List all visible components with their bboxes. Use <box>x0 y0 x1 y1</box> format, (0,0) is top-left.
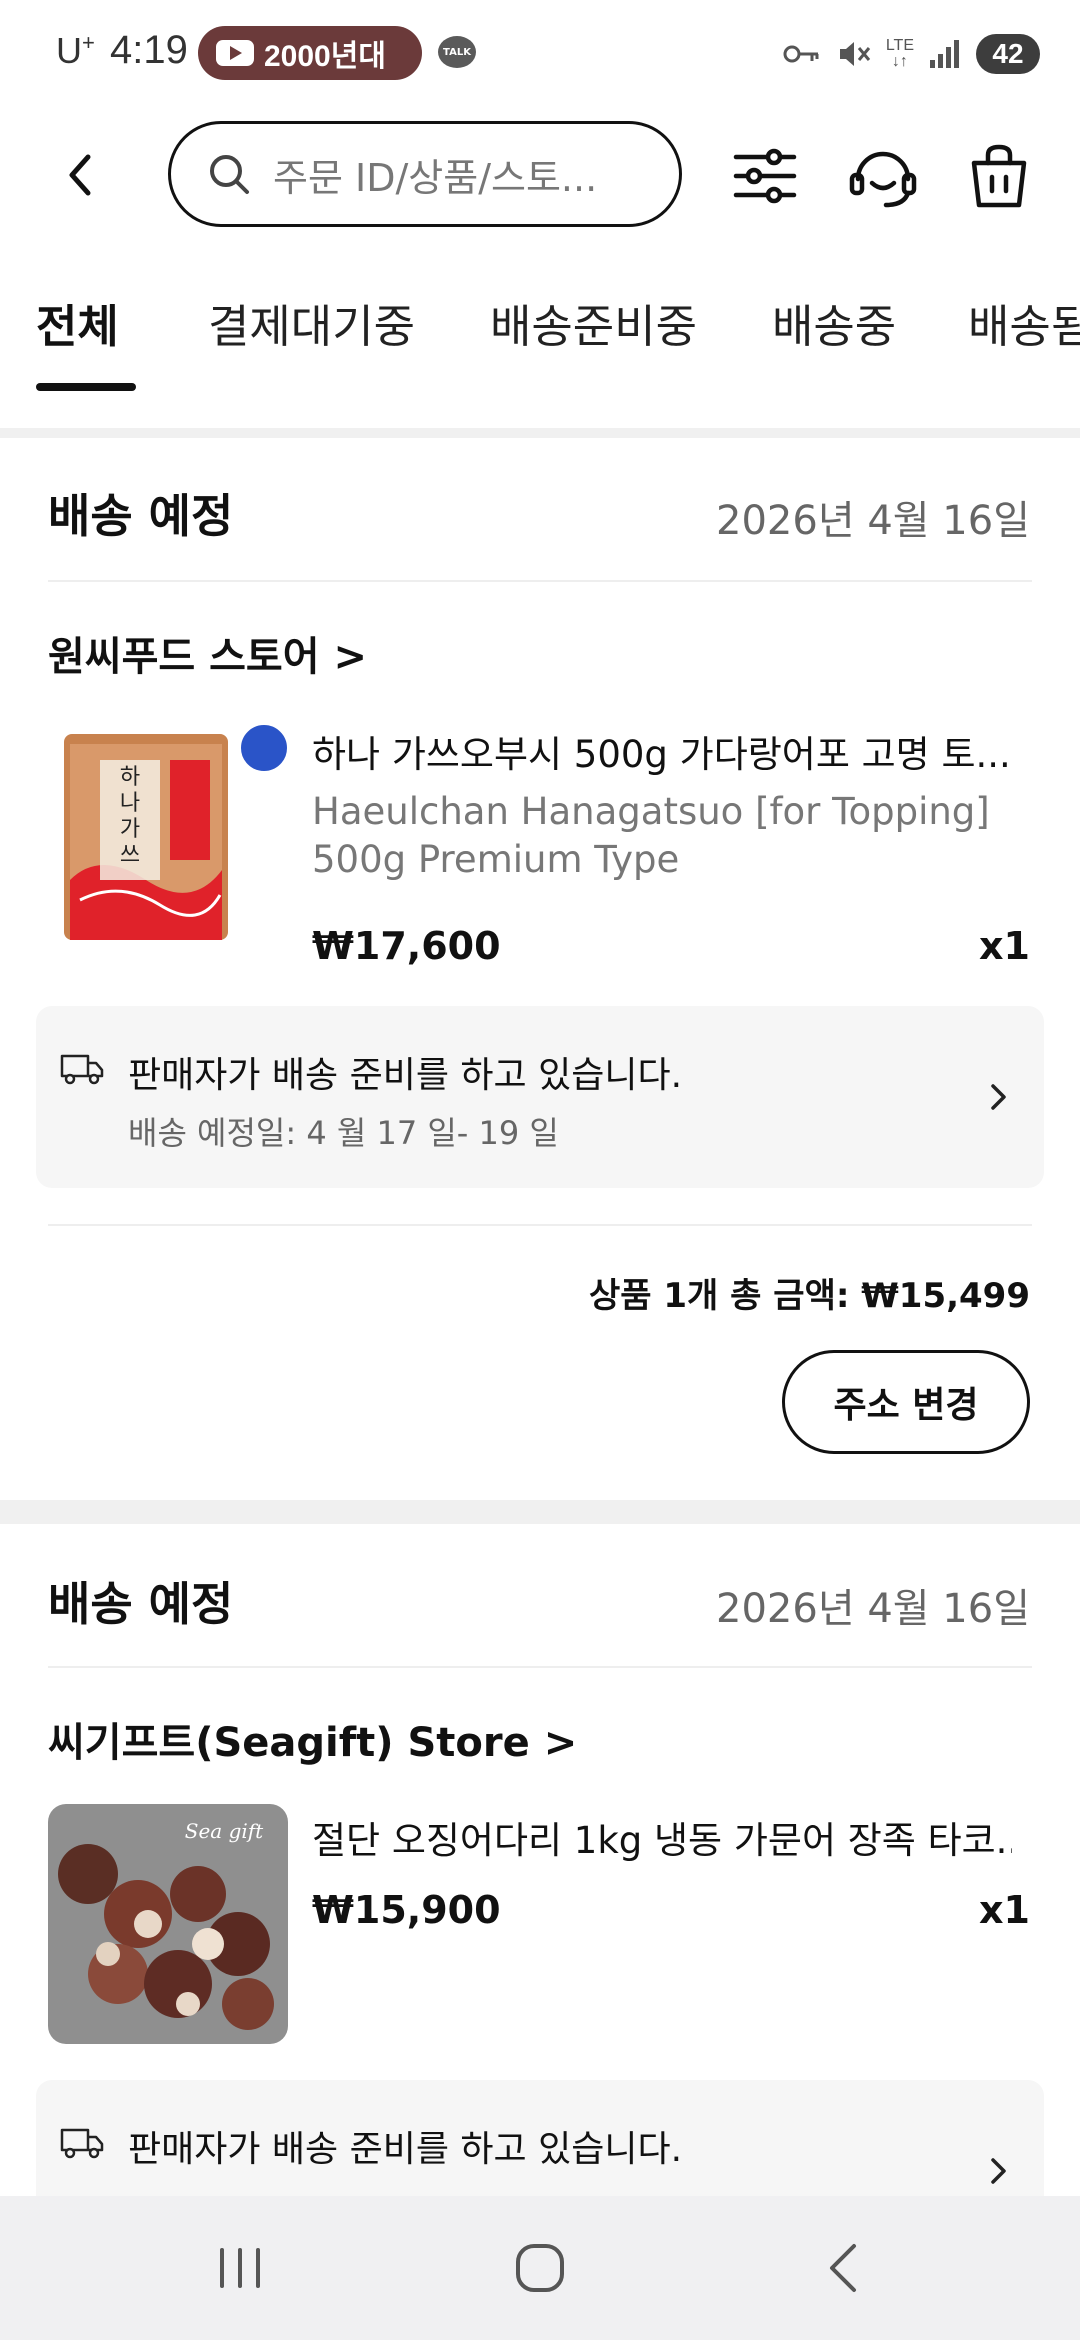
search-placeholder: 주문 ID/상품/스토... <box>273 155 598 200</box>
carrier-label: U+ <box>56 30 95 71</box>
search-input[interactable]: 주문 ID/상품/스토... <box>168 121 682 227</box>
back-icon[interactable] <box>60 145 100 205</box>
cart-icon[interactable] <box>964 141 1034 211</box>
order-card: 배송 예정 2026년 4월 16일 원씨푸드 스토어 > 하나 가쓰오부시 5… <box>0 438 1080 1500</box>
order-status-title: 배송 예정 <box>48 1577 234 1631</box>
mute-icon <box>839 42 870 66</box>
chevron-right-icon: > <box>543 1720 578 1766</box>
order-total: 상품 1개 총 금액: ₩15,499 <box>589 1276 1030 1316</box>
chevron-right-icon <box>991 2158 1006 2184</box>
order-date: 2026년 4월 16일 <box>716 498 1030 544</box>
chevron-right-icon: > <box>333 634 367 680</box>
media-title: 2000년대 <box>264 40 386 73</box>
order-status-title: 배송 예정 <box>48 489 234 543</box>
shipping-eta: 배송 예정일: 4 월 17 일- 19 일 <box>128 1114 559 1152</box>
image-watermark: Sea gift <box>185 1819 264 1843</box>
store-name: 씨기프트(Seagift) Store <box>48 1720 530 1766</box>
status-bar: U+ 4:19 2000년대 TALK LTE ↓↑ 42 <box>0 0 1080 110</box>
store-name: 원씨푸드 스토어 <box>48 634 320 680</box>
lte-icon: LTE ↓↑ <box>885 37 914 70</box>
order-status-tabs: 전체 결제대기중 배송준비중 배송중 배송됨 <box>0 290 1080 400</box>
youtube-media-pill[interactable]: 2000년대 <box>198 26 422 80</box>
product-subtitle: Haeulchan Hanagatsuo [for Topping] 500g … <box>312 790 990 881</box>
support-icon[interactable] <box>848 141 918 211</box>
product-quantity: x1 <box>979 924 1030 968</box>
order-date: 2026년 4월 16일 <box>716 1586 1030 1632</box>
tab-all[interactable]: 전체 <box>36 290 119 355</box>
shipping-status-box[interactable]: 판매자가 배송 준비를 하고 있습니다. <box>36 2080 1044 2196</box>
home-button[interactable] <box>500 2236 580 2300</box>
product-quantity: x1 <box>979 1888 1030 1932</box>
kakaotalk-icon: TALK <box>438 36 476 68</box>
section-divider <box>0 1500 1080 1524</box>
product-name[interactable]: 절단 오징어다리 1kg 냉동 가문어 장족 타코... <box>312 1810 1012 1864</box>
battery-icon: 42 <box>976 34 1040 74</box>
store-logo-badge <box>238 722 290 774</box>
search-icon <box>210 155 249 194</box>
shipping-status-box[interactable]: 판매자가 배송 준비를 하고 있습니다. 배송 예정일: 4 월 17 일- 1… <box>36 1006 1044 1188</box>
active-tab-indicator <box>36 383 136 391</box>
product-image[interactable]: Sea gift <box>48 1804 288 2044</box>
svg-text:나: 나 <box>120 791 140 816</box>
back-button[interactable] <box>804 2236 884 2300</box>
clock: 4:19 <box>110 28 188 72</box>
svg-text:쓰: 쓰 <box>120 843 140 868</box>
filter-icon[interactable] <box>730 141 800 211</box>
key-icon <box>783 45 819 63</box>
divider <box>48 580 1032 582</box>
tab-delivered[interactable]: 배송됨 <box>968 290 1080 355</box>
app-header: 주문 ID/상품/스토... <box>0 115 1080 235</box>
youtube-icon <box>216 40 254 66</box>
svg-text:가: 가 <box>120 817 140 842</box>
product-name[interactable]: 하나 가쓰오부시 500g 가다랑어포 고명 토... <box>312 724 1012 778</box>
tab-in-transit[interactable]: 배송중 <box>772 290 896 355</box>
store-link[interactable]: 원씨푸드 스토어 > <box>48 624 367 682</box>
signal-icon <box>930 40 959 68</box>
svg-text:하: 하 <box>120 765 140 790</box>
section-divider <box>0 428 1080 438</box>
truck-icon <box>60 2128 104 2159</box>
status-icons: LTE ↓↑ 42 <box>782 24 1040 84</box>
product-price: ₩17,600 <box>312 924 501 968</box>
product-price: ₩15,900 <box>312 1888 501 1932</box>
truck-icon <box>60 1054 104 1085</box>
change-address-button[interactable]: 주소 변경 <box>782 1350 1030 1454</box>
tab-preparing-shipment[interactable]: 배송준비중 <box>490 290 697 355</box>
divider <box>48 1666 1032 1668</box>
store-link[interactable]: 씨기프트(Seagift) Store > <box>48 1710 577 1768</box>
tab-awaiting-payment[interactable]: 결제대기중 <box>208 290 415 355</box>
system-navigation-bar <box>0 2196 1080 2340</box>
divider <box>48 1224 1032 1226</box>
shipping-status-text: 판매자가 배송 준비를 하고 있습니다. <box>128 2129 683 2170</box>
chevron-right-icon <box>991 1084 1006 1110</box>
product-image[interactable]: 하 나 가 쓰 <box>60 730 232 944</box>
recents-button[interactable] <box>200 2236 280 2300</box>
shipping-status-text: 판매자가 배송 준비를 하고 있습니다. <box>128 1055 683 1096</box>
